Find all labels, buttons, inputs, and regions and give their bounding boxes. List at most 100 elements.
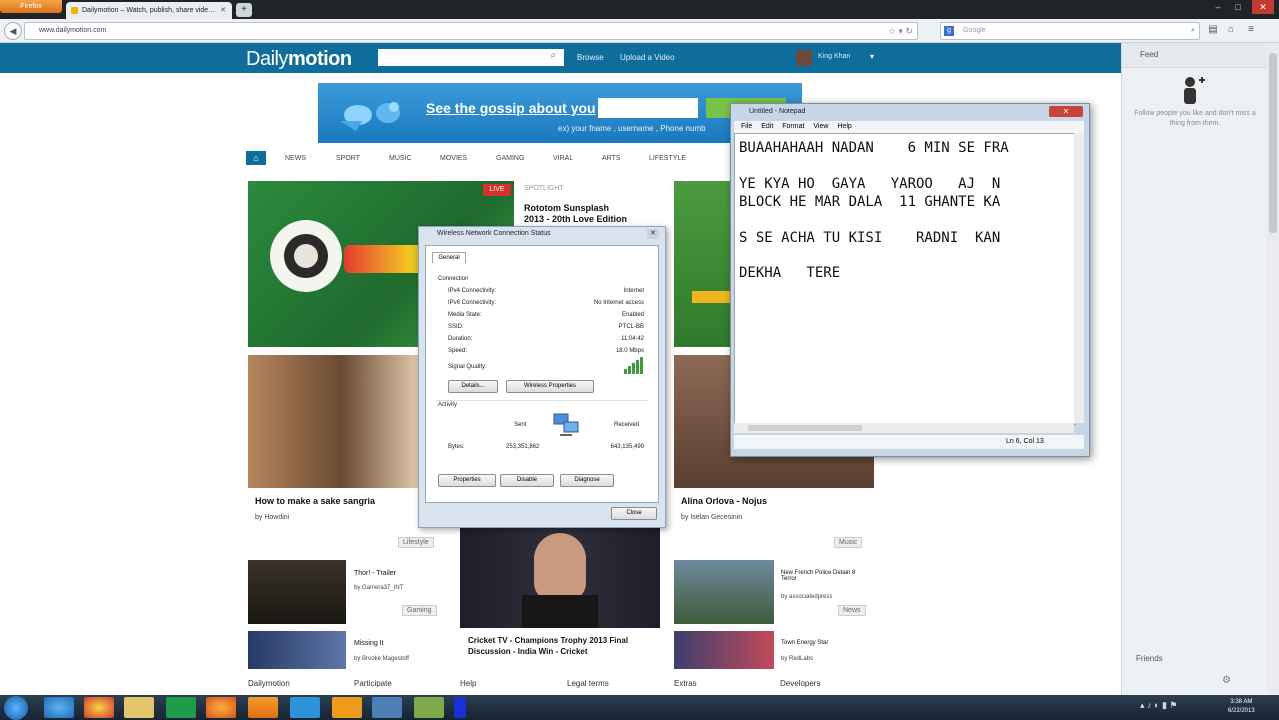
wireless-properties-button[interactable]: Wireless Properties — [506, 380, 594, 393]
browser-tab[interactable]: Dailymotion – Watch, publish, share vide… — [66, 2, 232, 19]
category-music[interactable]: MUSIC — [389, 155, 412, 162]
vertical-scrollbar[interactable] — [1074, 133, 1084, 423]
footer-participate[interactable]: Participate — [354, 679, 392, 688]
friends-section[interactable]: Friends — [1122, 649, 1268, 669]
footer-legal-terms[interactable]: Legal terms — [567, 679, 609, 688]
browse-link[interactable]: Browse — [577, 53, 604, 62]
menu-format[interactable]: Format — [782, 123, 804, 130]
category-movies[interactable]: MOVIES — [440, 155, 467, 162]
home-icon[interactable]: ⌂ — [246, 151, 266, 165]
url-bar[interactable]: www.dailymotion.com ☆ ▾ ↻ — [24, 22, 918, 40]
thor-author[interactable]: by Gamera37_INT — [354, 585, 403, 591]
vlc-icon[interactable] — [248, 697, 278, 718]
menu-edit[interactable]: Edit — [761, 123, 773, 130]
french-police-author[interactable]: by associatedpress — [781, 594, 832, 600]
category-gaming[interactable]: GAMING — [496, 155, 524, 162]
town-energy-title[interactable]: Town Energy Star — [781, 640, 828, 646]
add-person-icon[interactable] — [1180, 75, 1206, 105]
category-sport[interactable]: SPORT — [336, 155, 360, 162]
banner-input[interactable] — [598, 98, 698, 118]
cricket-game-ad[interactable] — [674, 181, 734, 347]
gear-icon[interactable]: ⚙ — [1222, 675, 1231, 686]
sangria-author[interactable]: by Howdini — [255, 514, 289, 521]
thor-tag[interactable]: Gaming — [402, 605, 437, 616]
scrollbar-thumb[interactable] — [1269, 53, 1277, 233]
menu-help[interactable]: Help — [837, 123, 851, 130]
footer-dailymotion[interactable]: Dailymotion — [248, 679, 290, 688]
user-name[interactable]: King Khan — [818, 53, 850, 60]
details-button[interactable]: Details... — [448, 380, 498, 393]
alina-author[interactable]: by Iselan Gecesinin — [681, 514, 742, 521]
sangria-thumbnail[interactable] — [248, 355, 418, 488]
category-lifestyle[interactable]: LIFESTYLE — [649, 155, 686, 162]
cricket-tv-thumbnail[interactable] — [460, 525, 660, 628]
category-arts[interactable]: ARTS — [602, 155, 621, 162]
french-police-thumbnail[interactable] — [674, 560, 774, 624]
sangria-tag[interactable]: Lifestyle — [398, 537, 434, 548]
thor-thumbnail[interactable] — [248, 560, 346, 624]
firefox-menu-button[interactable]: Firefox — [0, 0, 62, 13]
menu-file[interactable]: File — [741, 123, 752, 130]
avatar[interactable] — [796, 50, 812, 66]
category-viral[interactable]: VIRAL — [553, 155, 573, 162]
start-button[interactable] — [4, 696, 28, 720]
skype-icon[interactable] — [290, 697, 320, 718]
french-police-title[interactable]: New French Police Detain 8 Terror — [781, 570, 861, 582]
cricket-tv-title[interactable]: Cricket TV - Champions Trophy 2013 Final… — [468, 635, 658, 657]
utorrent-icon[interactable] — [166, 697, 196, 718]
scrollbar-thumb[interactable] — [748, 425, 862, 431]
sangria-title[interactable]: How to make a sake sangria — [255, 496, 375, 506]
chevron-down-icon[interactable]: ▾ — [870, 52, 874, 61]
site-search-input[interactable]: ⌕ — [378, 49, 564, 66]
properties-button[interactable]: Properties — [438, 474, 496, 487]
menu-view[interactable]: View — [813, 123, 828, 130]
folder-icon[interactable] — [124, 697, 154, 718]
internet-explorer-icon[interactable] — [44, 697, 74, 718]
footer-help[interactable]: Help — [460, 679, 476, 688]
dailymotion-logo[interactable]: Dailymotion — [246, 48, 352, 71]
search-icon[interactable]: ⌕ — [1191, 23, 1195, 39]
browser-search-bar[interactable]: g Google ⌕ — [940, 22, 1200, 40]
page-scrollbar[interactable] — [1267, 43, 1279, 695]
upload-video-link[interactable]: Upload a Video — [620, 53, 675, 62]
chrome-icon[interactable] — [84, 697, 114, 718]
spotlight-title-line1[interactable]: Rototom Sunsplash — [524, 203, 609, 213]
alina-tag[interactable]: Music — [834, 537, 863, 548]
dialog-titlebar[interactable]: Wireless Network Connection Status ✕ — [419, 227, 665, 241]
footer-developers[interactable]: Developers — [780, 679, 820, 688]
bookmarks-icon[interactable]: ▤ — [1206, 23, 1220, 37]
minimize-icon[interactable]: – — [1210, 0, 1226, 14]
close-button[interactable]: Close — [611, 507, 657, 520]
close-icon[interactable]: ✕ — [1049, 106, 1083, 117]
firefox-icon[interactable] — [206, 697, 236, 718]
missing-title[interactable]: Missing It — [354, 640, 384, 647]
feed-header[interactable]: Feed — [1122, 43, 1268, 68]
diagnose-button[interactable]: Diagnose — [560, 474, 614, 487]
notepad-text-area[interactable]: BUAAHAHAAH NADAN 6 MIN SE FRA YE KYA HO … — [734, 133, 1076, 425]
town-energy-thumbnail[interactable] — [674, 631, 774, 669]
spotlight-title-line2[interactable]: 2013 - 20th Love Edition — [524, 214, 627, 224]
close-icon[interactable]: ✕ — [647, 229, 659, 239]
network-icon[interactable] — [372, 697, 402, 718]
new-tab-button[interactable]: + — [236, 3, 252, 17]
tab-general[interactable]: General — [432, 252, 466, 263]
notepad-taskbar-icon[interactable] — [414, 697, 444, 718]
menu-icon[interactable]: ≡ — [1244, 23, 1258, 37]
footer-extras[interactable]: Extras — [674, 679, 697, 688]
bookmark-star-icon[interactable]: ☆ ▾ ↻ — [888, 23, 913, 39]
home-icon[interactable]: ⌂ — [1224, 23, 1238, 37]
horizontal-scrollbar[interactable] — [734, 423, 1074, 433]
taskbar-app-icon[interactable] — [454, 697, 466, 718]
french-police-tag[interactable]: News — [838, 605, 866, 616]
thor-title[interactable]: Thor! - Trailer — [354, 570, 396, 577]
back-arrow-icon[interactable]: ◀ — [4, 22, 22, 40]
missing-author[interactable]: by Brooke Magestoff — [354, 656, 409, 662]
close-tab-icon[interactable]: ✕ — [220, 2, 226, 19]
close-window-icon[interactable]: ✕ — [1252, 0, 1274, 14]
disable-button[interactable]: Disable — [500, 474, 554, 487]
missing-thumbnail[interactable] — [248, 631, 346, 669]
media-app-icon[interactable] — [332, 697, 362, 718]
alina-title[interactable]: Alina Orlova - Nojus — [681, 496, 767, 506]
notepad-titlebar[interactable]: Untitled - Notepad ✕ — [731, 104, 1089, 119]
system-tray-icons[interactable]: ▴ ♪ ◐ ▮ ⚑ — [1140, 700, 1177, 711]
